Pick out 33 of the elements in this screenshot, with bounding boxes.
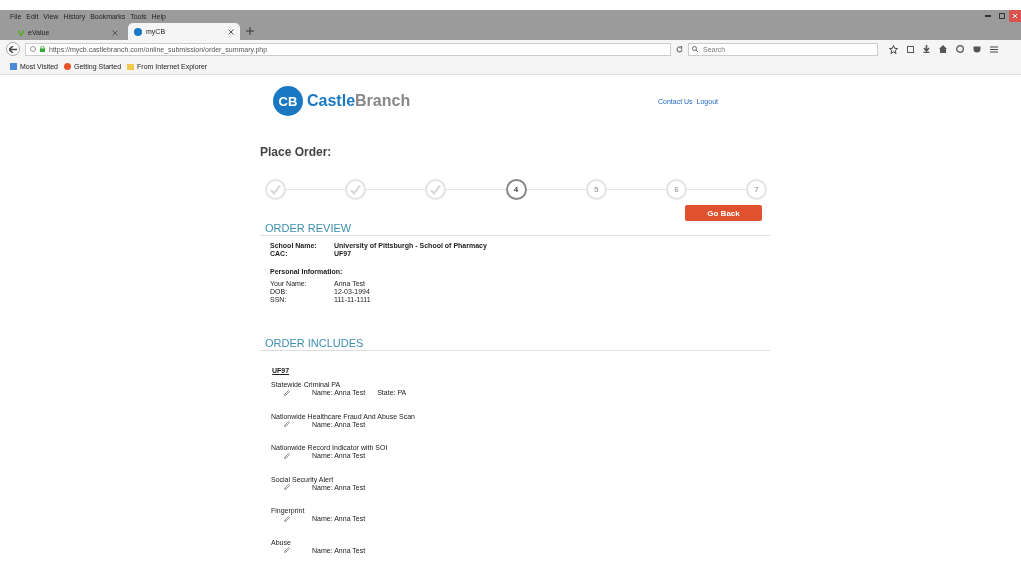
pocket-icon[interactable] [973, 45, 981, 53]
section-heading: ORDER REVIEW [260, 222, 770, 236]
section-heading: ORDER INCLUDES [260, 337, 770, 351]
cb-logo-icon [134, 27, 142, 36]
download-icon[interactable] [923, 45, 930, 53]
v-logo-icon [18, 29, 24, 36]
check-icon [270, 184, 281, 195]
close-tab-icon[interactable] [228, 28, 234, 35]
lock-icon [40, 46, 45, 52]
pencil-icon[interactable] [284, 452, 290, 459]
star-icon[interactable] [889, 44, 898, 54]
restore-icon[interactable] [999, 13, 1005, 19]
globe-icon [64, 62, 71, 70]
step-number: 4 [505, 179, 527, 200]
pencil-icon[interactable] [284, 484, 290, 490]
check-icon [350, 184, 362, 195]
reload-icon[interactable] [676, 45, 683, 53]
pencil-icon[interactable] [284, 547, 290, 553]
menu-icon[interactable] [990, 45, 998, 53]
step-number: 6 [665, 179, 687, 200]
castlebranch-logo: CB CastleBranch [273, 86, 411, 116]
page-title: Place Order: [260, 145, 333, 159]
new-tab-icon[interactable] [246, 27, 254, 35]
folder-icon [127, 62, 135, 70]
pencil-icon[interactable] [284, 389, 290, 396]
check-icon [430, 184, 442, 195]
go-back-button[interactable]: Go Back [685, 205, 762, 221]
home-icon[interactable] [939, 45, 947, 53]
step-number: 7 [746, 179, 768, 200]
pencil-icon[interactable] [284, 515, 290, 522]
pencil-icon[interactable] [284, 421, 290, 427]
step-number: 5 [585, 179, 607, 200]
bookmark-icon [10, 62, 17, 70]
